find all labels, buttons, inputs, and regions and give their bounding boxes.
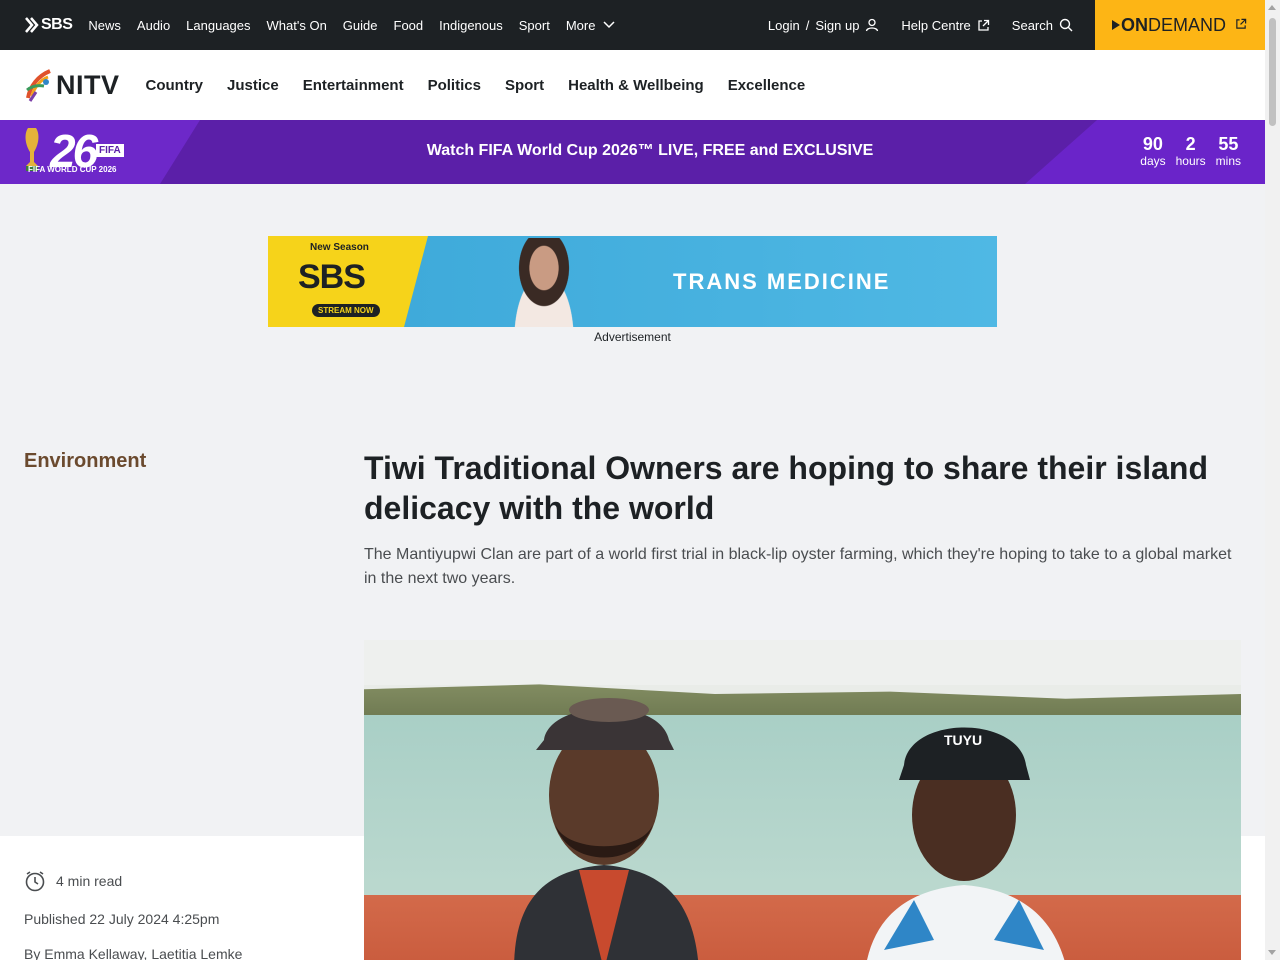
play-icon xyxy=(1112,20,1120,30)
header-actions: Login / Sign up Help Centre Search ON DE… xyxy=(768,0,1265,50)
nitv-feather-icon xyxy=(26,69,51,102)
help-centre-link[interactable]: Help Centre xyxy=(901,18,989,33)
nitv-nav-justice[interactable]: Justice xyxy=(227,77,279,94)
nav-whats-on[interactable]: What's On xyxy=(267,18,327,33)
nav-guide[interactable]: Guide xyxy=(343,18,378,33)
meta-panel xyxy=(0,836,364,960)
nitv-nav-sport[interactable]: Sport xyxy=(505,77,544,94)
article-standfirst: The Mantiyupwi Clan are part of a world … xyxy=(364,546,1232,587)
countdown-hours-value: 2 xyxy=(1185,134,1196,154)
ad-new-season: New Season xyxy=(310,242,369,253)
nav-audio[interactable]: Audio xyxy=(137,18,170,33)
nav-indigenous[interactable]: Indigenous xyxy=(439,18,503,33)
advertisement-banner[interactable]: New Season SBS STREAM NOW TRANS MEDICINE xyxy=(268,236,997,327)
nitv-nav-politics[interactable]: Politics xyxy=(428,77,481,94)
nitv-nav-country[interactable]: Country xyxy=(146,77,204,94)
svg-text:TUYU: TUYU xyxy=(944,732,982,748)
ad-sbs-logo: SBS xyxy=(298,258,366,296)
nitv-header: NITV Country Justice Entertainment Polit… xyxy=(0,50,1265,120)
nitv-logo[interactable]: NITV xyxy=(24,68,120,102)
published-date: Published 22 July 2024 4:25pm xyxy=(24,911,220,927)
ondemand-on: ON xyxy=(1121,14,1148,35)
external-link-icon xyxy=(978,19,989,31)
article-headline: Tiwi Traditional Owners are hoping to sh… xyxy=(364,450,1209,526)
countdown-mins: 55 mins xyxy=(1216,134,1241,168)
nav-more[interactable]: More xyxy=(566,18,616,33)
search-label: Search xyxy=(1011,17,1053,33)
nav-more-label: More xyxy=(565,17,596,33)
nav-food[interactable]: Food xyxy=(394,18,424,33)
countdown-days: 90 days xyxy=(1140,134,1165,168)
signup-label: Sign up xyxy=(815,17,860,33)
countdown-mins-unit: mins xyxy=(1215,154,1241,168)
fifa-world-cup-2026-label: FIFA WORLD CUP 2026 xyxy=(28,165,117,174)
fifa-banner-text: Watch FIFA World Cup 2026™ LIVE, FREE an… xyxy=(426,142,874,159)
sbs-ondemand-link[interactable]: ON DEMAND xyxy=(1095,0,1265,50)
photo-person-left xyxy=(514,698,698,960)
nitv-nav-entertainment[interactable]: Entertainment xyxy=(303,77,404,94)
user-icon xyxy=(866,18,879,32)
sbs-logo[interactable]: SBS xyxy=(24,16,73,34)
sbs-swirl-icon xyxy=(25,17,39,33)
nitv-logo-text: NITV xyxy=(56,69,120,100)
photo-person-right: TUYU xyxy=(867,727,1065,960)
fifa-world-cup-banner[interactable]: 26 FIFA FIFA WORLD CUP 2026 Watch FIFA W… xyxy=(0,120,1265,184)
help-centre-label: Help Centre xyxy=(901,17,971,33)
nitv-nav: Country Justice Entertainment Politics S… xyxy=(146,77,830,94)
ad-show-title: TRANS MEDICINE xyxy=(673,269,891,294)
article-category[interactable]: Environment xyxy=(24,450,146,473)
countdown-days-unit: days xyxy=(1140,154,1166,168)
read-time-label: 4 min read xyxy=(56,873,123,889)
countdown-days-value: 90 xyxy=(1142,134,1163,154)
content-gutter xyxy=(1241,836,1265,960)
external-link-icon xyxy=(1236,18,1247,29)
login-signup-link[interactable]: Login / Sign up xyxy=(768,18,880,33)
scroll-up-arrow-icon[interactable] xyxy=(1268,5,1276,10)
global-nav: News Audio Languages What's On Guide Foo… xyxy=(88,18,631,33)
sbs-logo-text: SBS xyxy=(41,16,73,33)
nav-languages[interactable]: Languages xyxy=(186,18,250,33)
nav-sport[interactable]: Sport xyxy=(519,18,550,33)
search-button[interactable]: Search xyxy=(1012,18,1073,33)
clock-icon xyxy=(25,871,45,892)
read-time: 4 min read xyxy=(24,870,122,892)
ondemand-rest: DEMAND xyxy=(1148,14,1227,35)
nitv-nav-excellence[interactable]: Excellence xyxy=(728,77,806,94)
ad-presenter-image xyxy=(498,238,590,327)
scroll-down-arrow-icon[interactable] xyxy=(1268,950,1276,955)
article-hero-image: TUYU xyxy=(364,640,1241,960)
countdown-hours-unit: hours xyxy=(1175,154,1206,168)
countdown-hours: 2 hours xyxy=(1176,134,1206,168)
byline: By Emma Kellaway, Laetitia Lemke xyxy=(24,946,243,960)
countdown: 90 days 2 hours 55 mins xyxy=(1130,134,1241,168)
page-scrollbar[interactable] xyxy=(1265,0,1280,960)
nitv-nav-health-wellbeing[interactable]: Health & Wellbeing xyxy=(568,77,704,94)
advertisement-label: Advertisement xyxy=(594,330,671,344)
ad-stream-now: STREAM NOW xyxy=(312,304,380,317)
login-label: Login xyxy=(767,17,800,33)
search-icon xyxy=(1059,18,1073,32)
nav-news[interactable]: News xyxy=(88,18,121,33)
countdown-mins-value: 55 xyxy=(1218,134,1239,154)
chevron-down-icon xyxy=(603,21,615,29)
login-separator: / xyxy=(805,17,810,33)
scrollbar-thumb[interactable] xyxy=(1269,18,1276,126)
global-header: SBS News Audio Languages What's On Guide… xyxy=(0,0,1265,50)
